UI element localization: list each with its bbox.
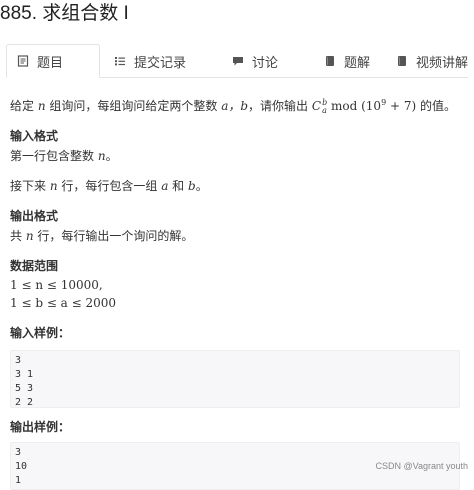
tab-bar: 题目 提交记录 讨论 题解 视频讲解 [6, 44, 468, 78]
tab-video[interactable]: 视频讲解 [382, 45, 468, 77]
formula: Cba [311, 98, 327, 114]
input-format-heading: 输入格式 [10, 129, 59, 143]
intro-paragraph: 给定 n 组询问，每组询问给定两个整数 a，b，请你输出 Cba mod (10… [10, 94, 464, 115]
watermark: CSDN @Vagrant youth [375, 461, 468, 471]
tab-label: 题解 [344, 55, 371, 71]
math-var: n [25, 229, 34, 243]
input-text: 第一行包含整数 [10, 149, 98, 163]
input-line-2: 接下来 n 行，每行包含一组 a 和 b。 [10, 177, 464, 195]
output-line: 共 n 行，每行输出一个询问的解。 [10, 227, 464, 245]
input-text: 。 [195, 179, 208, 193]
tab-submissions[interactable]: 提交记录 [100, 45, 204, 77]
intro-text: 组询问，每组询问给定两个整数 [45, 99, 222, 113]
tab-label: 提交记录 [134, 55, 187, 71]
output-text: 行，每行输出一个询问的解。 [33, 229, 194, 243]
input-line-1: 第一行包含整数 n。 [10, 147, 464, 165]
tab-solutions[interactable]: 题解 [296, 45, 382, 77]
output-text: 共 [10, 229, 26, 243]
output-format-heading: 输出格式 [10, 209, 59, 223]
tab-problem[interactable]: 题目 [6, 44, 100, 78]
range-line-1: 1 ≤ n ≤ 10000, [10, 278, 103, 292]
input-text: 和 [168, 179, 188, 193]
tab-label: 讨论 [252, 55, 279, 71]
input-text: 行，每行包含一组 [57, 179, 162, 193]
math-var: a，b [221, 99, 249, 113]
range-line-2: 1 ≤ b ≤ a ≤ 2000 [10, 296, 117, 310]
sample-input-heading: 输入样例： [10, 326, 71, 340]
book-icon [324, 55, 336, 67]
formula-tail: + 7) [386, 99, 417, 113]
formula-mod: mod (10 [327, 99, 382, 113]
intro-text: 给定 [10, 99, 38, 113]
math-var: b [188, 179, 196, 193]
tab-label: 题目 [37, 55, 64, 71]
tab-discussion[interactable]: 讨论 [204, 45, 296, 77]
intro-text: ，请你输出 [248, 99, 312, 113]
tab-label: 视频讲解 [416, 55, 469, 71]
math-var: n [37, 99, 46, 113]
video-icon [396, 55, 408, 67]
math-var: n [97, 149, 106, 163]
sample-input-block[interactable]: 3 3 1 5 3 2 2 [10, 350, 460, 408]
page-title: 885. 求组合数 I [0, 3, 129, 24]
formula-base: C [311, 99, 322, 113]
list-icon [114, 55, 126, 67]
math-var: n [49, 179, 58, 193]
problem-statement: 给定 n 组询问，每组询问给定两个整数 a，b，请你输出 Cba mod (10… [10, 94, 464, 490]
sample-output-heading: 输出样例： [10, 420, 71, 434]
intro-text: 的值。 [416, 99, 456, 113]
input-text: 。 [105, 149, 118, 163]
document-icon [17, 55, 29, 67]
comment-icon [232, 55, 244, 67]
data-range-heading: 数据范围 [10, 259, 59, 273]
input-text: 接下来 [10, 179, 50, 193]
